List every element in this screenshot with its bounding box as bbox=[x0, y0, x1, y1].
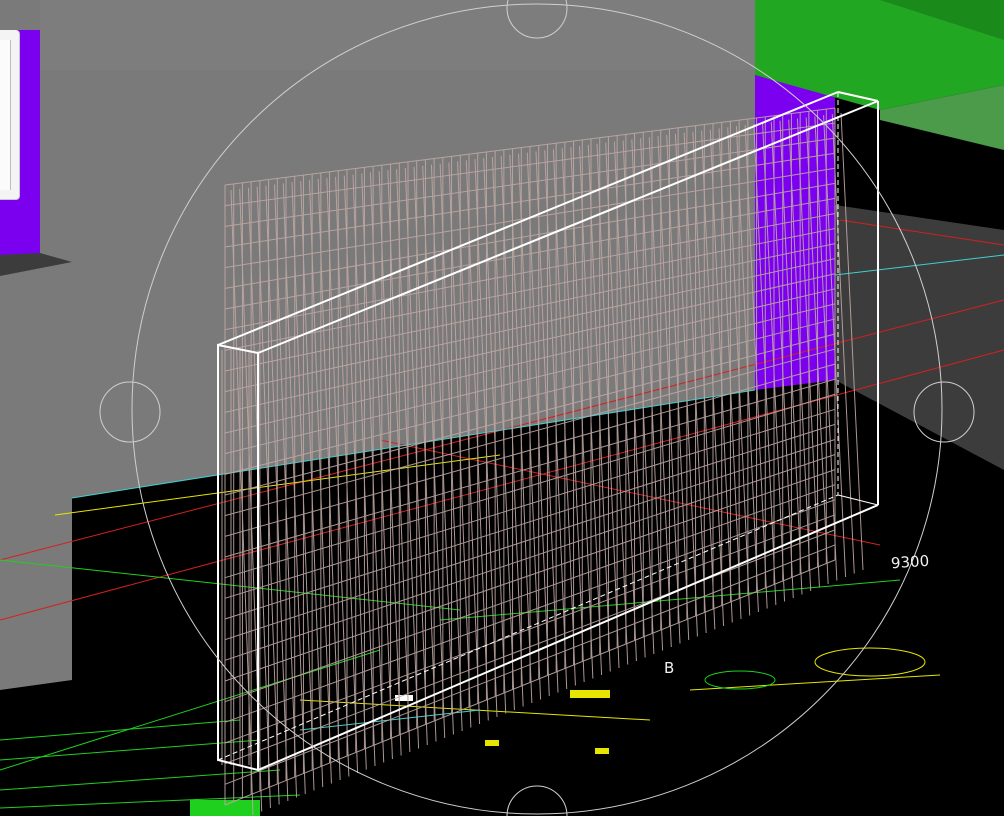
dimension-label: 9300 bbox=[890, 551, 930, 573]
cad-mark-yellow bbox=[595, 748, 609, 754]
properties-panel-edge[interactable] bbox=[0, 30, 20, 200]
gray-wall-top bbox=[40, 0, 755, 70]
cad-mark-yellow bbox=[485, 740, 499, 746]
3d-viewport[interactable]: 9300 B bbox=[0, 0, 1004, 816]
panel-inner bbox=[0, 40, 11, 190]
cad-mark-yellow bbox=[570, 690, 610, 698]
point-label: B bbox=[664, 659, 675, 677]
scene-canvas[interactable] bbox=[0, 0, 1004, 816]
